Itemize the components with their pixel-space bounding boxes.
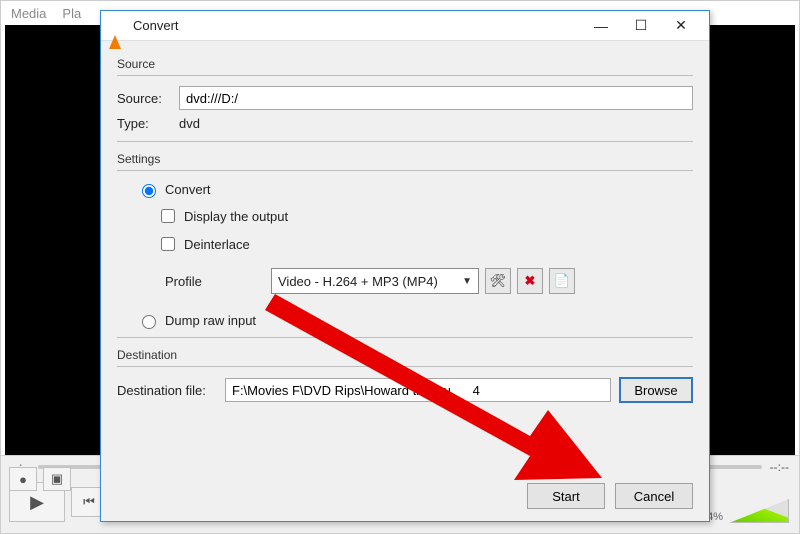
divider <box>117 337 693 338</box>
destination-file-input[interactable] <box>225 378 611 402</box>
convert-radio-label: Convert <box>165 182 211 197</box>
destination-group-label: Destination <box>117 348 693 362</box>
start-button[interactable]: Start <box>527 483 605 509</box>
wrench-icon: 🛠 <box>490 273 507 289</box>
dialog-title: Convert <box>133 18 581 33</box>
type-value: dvd <box>179 116 200 131</box>
browse-button[interactable]: Browse <box>619 377 693 403</box>
close-button[interactable]: ✕ <box>661 12 701 40</box>
new-profile-button[interactable]: 📄 <box>549 268 575 294</box>
deinterlace-checkbox[interactable]: Deinterlace <box>157 234 693 254</box>
source-input[interactable] <box>179 86 693 110</box>
display-output-label: Display the output <box>184 209 288 224</box>
time-total: --:-- <box>770 460 789 474</box>
volume-slider[interactable] <box>729 499 789 523</box>
vlc-cone-icon <box>109 18 125 34</box>
chevron-down-icon: ▼ <box>462 276 472 287</box>
record-button[interactable]: ● <box>9 467 37 491</box>
menu-media[interactable]: Media <box>11 6 46 21</box>
snapshot-button[interactable]: ▣ <box>43 467 71 491</box>
source-label: Source: <box>117 91 171 106</box>
display-output-checkbox[interactable]: Display the output <box>157 206 693 226</box>
deinterlace-label: Deinterlace <box>184 237 250 252</box>
minimize-button[interactable]: — <box>581 12 621 40</box>
destination-file-label: Destination file: <box>117 383 217 398</box>
profile-label: Profile <box>165 274 265 289</box>
convert-radio-input[interactable] <box>142 184 156 198</box>
convert-dialog: Convert — ☐ ✕ Source Source: Type: dvd S… <box>100 10 710 522</box>
convert-radio[interactable]: Convert <box>117 181 693 198</box>
display-output-input[interactable] <box>161 209 175 223</box>
profile-combobox[interactable]: Video - H.264 + MP3 (MP4) ▼ <box>271 268 479 294</box>
dump-raw-input[interactable] <box>142 315 156 329</box>
dialog-titlebar[interactable]: Convert — ☐ ✕ <box>101 11 709 41</box>
dump-raw-radio[interactable]: Dump raw input <box>117 312 693 329</box>
edit-profile-button[interactable]: 🛠 <box>485 268 511 294</box>
delete-icon: ✖ <box>525 273 536 289</box>
deinterlace-input[interactable] <box>161 237 175 251</box>
dump-raw-label: Dump raw input <box>165 313 256 328</box>
maximize-button[interactable]: ☐ <box>621 12 661 40</box>
type-label: Type: <box>117 116 171 131</box>
divider <box>117 366 693 367</box>
divider <box>117 170 693 171</box>
new-profile-icon: 📄 <box>554 273 570 289</box>
divider <box>117 75 693 76</box>
divider <box>117 141 693 142</box>
settings-group-label: Settings <box>117 152 693 166</box>
volume-control[interactable]: .04% <box>698 499 789 523</box>
source-group-label: Source <box>117 57 693 71</box>
cancel-button[interactable]: Cancel <box>615 483 693 509</box>
delete-profile-button[interactable]: ✖ <box>517 268 543 294</box>
menu-playback[interactable]: Pla <box>62 6 81 21</box>
profile-value: Video - H.264 + MP3 (MP4) <box>278 274 438 289</box>
